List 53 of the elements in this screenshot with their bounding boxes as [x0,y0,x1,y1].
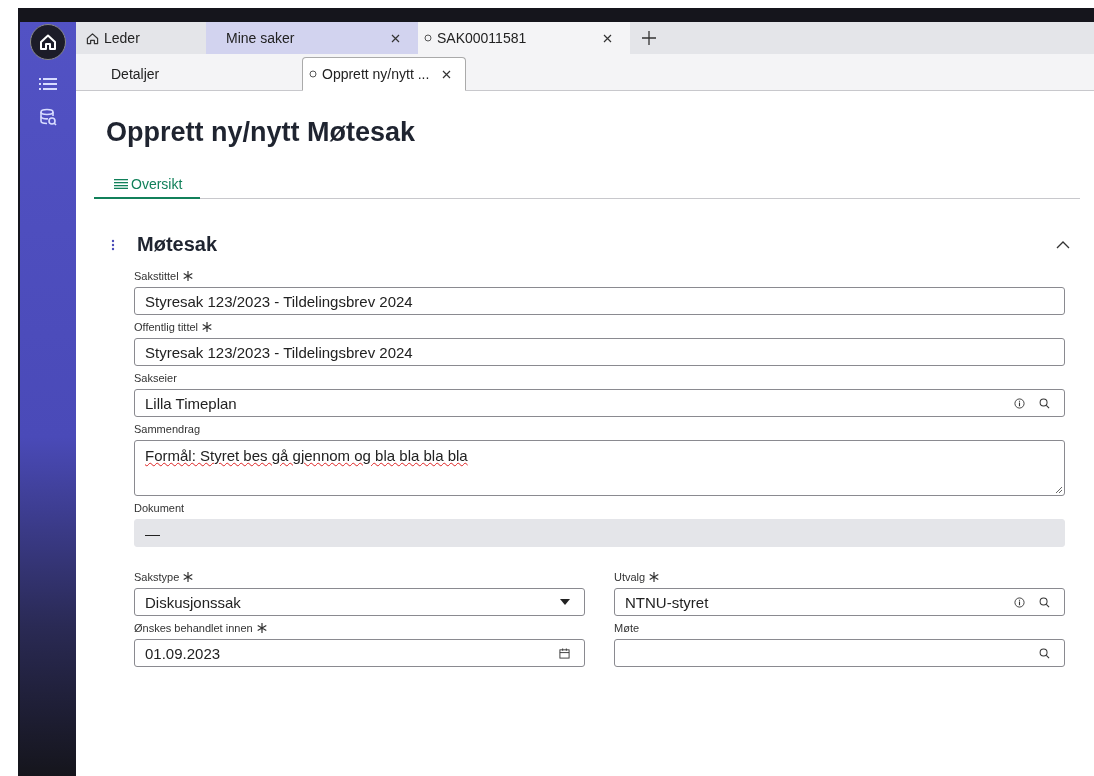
field-label: Ønskes behandlet innen [134,622,253,634]
home-button[interactable] [30,24,66,60]
field-label: Sakseier [134,372,177,384]
circle-icon [424,34,432,42]
circle-icon [309,70,317,78]
home-icon [86,31,99,45]
list-icon[interactable] [39,78,57,90]
calendar-icon[interactable] [559,647,570,659]
field-label: Møte [614,622,640,634]
section-title: Møtesak [137,233,219,256]
add-tab-icon[interactable] [642,31,656,45]
collapse-icon[interactable] [1056,240,1070,249]
input-field[interactable]: NTNU-styret [614,588,1065,616]
field-label: Sakstittel [134,270,179,282]
close-icon[interactable] [442,69,452,79]
close-icon[interactable] [603,33,612,43]
subtab[interactable]: Detaljer [76,57,302,91]
input-field[interactable]: Styresak 123/2023 - Tildelingsbrev 2024 [134,287,1065,315]
subtab-label: Opprett ny/nytt ... [322,66,430,82]
drag-handle-icon[interactable] [111,238,115,251]
tab-label: SAK00011581 [437,30,528,46]
dropdown[interactable]: Diskusjonssak [134,588,585,616]
field-label: Offentlig tittel [134,321,198,333]
tab[interactable]: Leder [76,22,206,54]
info-icon[interactable] [1014,596,1025,608]
search-icon[interactable] [1039,397,1050,409]
field-label: Dokument [134,502,185,514]
text-area[interactable]: Formål: Styret bes gå gjennom og bla bla bla bla [134,440,1065,496]
readonly-field: — [134,519,1065,547]
field-label: Sakstype [134,571,180,583]
tab-label: Leder [104,30,141,46]
close-icon[interactable] [391,33,400,43]
input-field[interactable]: Lilla Timeplan [134,389,1065,417]
home-icon [39,33,57,51]
view-tab[interactable]: Oversikt [94,176,201,199]
input-field[interactable]: Styresak 123/2023 - Tildelingsbrev 2024 [134,338,1065,366]
tab[interactable]: Mine saker [206,22,418,54]
date-field[interactable]: 01.09.2023 [134,639,585,667]
database-search-icon[interactable] [39,108,57,126]
subtab-label: Detaljer [111,66,160,82]
tab[interactable]: SAK00011581 [418,22,630,54]
input-field[interactable] [614,639,1065,667]
subtab[interactable]: Opprett ny/nytt ... [302,57,467,91]
field-label: Utvalg [614,571,646,583]
search-icon[interactable] [1039,596,1050,608]
tab-label: Mine saker [226,30,296,46]
caret-icon [560,599,570,605]
resize-handle-icon[interactable] [1055,486,1063,494]
list-icon [114,179,128,189]
search-icon[interactable] [1039,647,1050,659]
field-label: Sammendrag [134,423,201,435]
page-title: Opprett ny/nytt Møtesak [106,117,417,148]
info-icon[interactable] [1014,397,1025,409]
